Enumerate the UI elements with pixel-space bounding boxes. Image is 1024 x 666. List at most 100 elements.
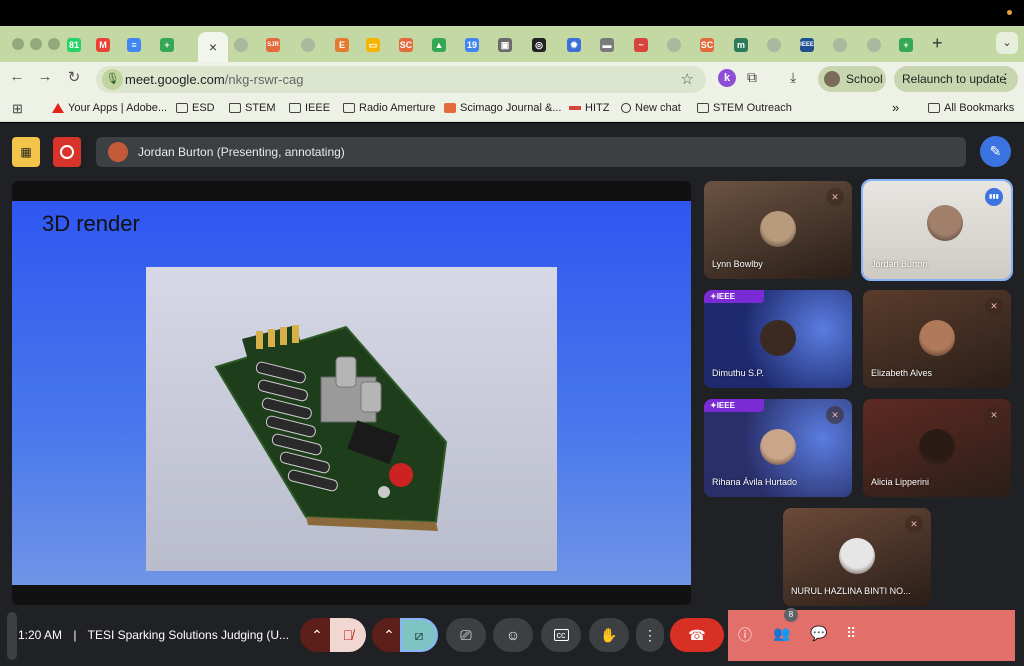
calendar-icon: 19 — [465, 38, 479, 52]
browser-toolbar: ← → ↻ 🎙 meet.google.com/nkg-rswr-cag ☆ k… — [0, 62, 1024, 96]
bookmark-label: STEM — [245, 102, 276, 114]
slides-icon: ▭ — [366, 38, 380, 52]
address-bar[interactable]: 🎙 meet.google.com/nkg-rswr-cag ☆ — [96, 66, 706, 93]
camera-toggle-button[interactable]: ⧄ — [400, 618, 438, 652]
folder-icon — [928, 103, 940, 113]
microphone-icon[interactable]: 🎙 — [102, 69, 123, 90]
more-vert-icon[interactable]: ⋮ — [999, 66, 1012, 92]
relaunch-button[interactable]: Relaunch to update ⋮ — [894, 66, 1018, 92]
bookmark-item[interactable]: STEM — [229, 102, 276, 114]
extensions-puzzle-icon[interactable]: ⧉ — [747, 69, 757, 86]
participant-tile[interactable]: ✕ NURUL HAZLINA BINTI NO... — [783, 508, 931, 606]
tab-ieee-icon[interactable]: IEEE — [790, 34, 824, 56]
raise-hand-button[interactable]: ✋ — [589, 618, 629, 652]
extension-k-icon[interactable]: k — [718, 69, 736, 87]
participant-tile[interactable]: ✕ Elizabeth Alves — [863, 290, 1011, 388]
bookmark-star-icon[interactable]: ☆ — [681, 70, 694, 88]
new-tab-button[interactable]: + — [932, 33, 943, 54]
bookmark-label: Radio Amerture — [359, 102, 436, 114]
microphone-toggle-button[interactable]: 🎙̸ — [330, 618, 366, 652]
google-sheets-icon: + — [899, 38, 913, 52]
more-options-button[interactable]: ⋮ — [636, 618, 664, 652]
tab-gear-icon[interactable]: ✹ — [557, 34, 591, 56]
bookmark-label: Scimago Journal &... — [460, 102, 562, 114]
tab-sc-icon[interactable]: SC — [389, 34, 423, 56]
participant-tile[interactable]: ✦IEEE ✕ Rihana Ávila Hurtado — [704, 399, 852, 497]
window-close-button[interactable] — [12, 38, 24, 50]
tab-openai-icon[interactable]: ◎ — [522, 34, 556, 56]
generic-page-icon — [301, 38, 315, 52]
leave-call-button[interactable]: ☎ — [670, 618, 724, 652]
tab-google-sheets-icon[interactable]: + — [889, 34, 923, 56]
tab-slides-icon[interactable]: ▭ — [356, 34, 390, 56]
bookmarks-overflow-icon[interactable]: » — [892, 100, 899, 115]
emoji-icon: ☺ — [505, 627, 521, 643]
bookmark-item[interactable]: IEEE — [289, 102, 330, 114]
participant-tile[interactable]: ✕ Lynn Bowlby — [704, 181, 852, 279]
captions-button[interactable]: cc — [541, 618, 581, 652]
record-button[interactable] — [53, 137, 81, 167]
menu-bar — [0, 0, 1024, 26]
tab-generic-page-icon[interactable] — [291, 34, 325, 56]
tab-generic-page-icon[interactable] — [657, 34, 691, 56]
bookmark-item[interactable]: HITZ — [569, 102, 609, 114]
tab-generic-page-icon[interactable] — [757, 34, 791, 56]
tab-sjr-icon[interactable]: SJR — [256, 34, 290, 56]
chat-icon[interactable]: 💬 — [810, 625, 827, 642]
participant-name: Lynn Bowlby — [712, 259, 763, 269]
tab-photo-icon[interactable]: ▣ — [488, 34, 522, 56]
mic-off-icon: ✕ — [905, 515, 923, 533]
participant-video — [760, 429, 796, 465]
side-panel-handle[interactable] — [7, 612, 17, 660]
download-icon[interactable]: ⤓ — [790, 69, 796, 86]
generic-page-icon — [667, 38, 681, 52]
participant-tile[interactable]: ✕ Alicia Lipperini — [863, 399, 1011, 497]
close-icon[interactable]: × — [209, 39, 217, 55]
forward-arrow-icon[interactable]: → — [34, 68, 56, 85]
generic-page-icon — [833, 38, 847, 52]
all-bookmarks-button[interactable]: All Bookmarks — [928, 102, 1014, 114]
tab-generic-page-icon[interactable] — [224, 34, 258, 56]
tab-hitz-icon[interactable]: ~ — [624, 34, 658, 56]
tab-calendar-icon[interactable]: 19 — [455, 34, 489, 56]
present-screen-button[interactable]: ⎚ — [446, 618, 486, 652]
participant-video — [760, 320, 796, 356]
participant-tile[interactable]: ✦IEEE Dimuthu S.P. — [704, 290, 852, 388]
annotate-pen-icon[interactable]: ✎ — [980, 136, 1011, 167]
tab-generic-page-icon[interactable] — [857, 34, 891, 56]
bookmark-item[interactable]: New chat — [621, 102, 681, 114]
window-minimize-button[interactable] — [30, 38, 42, 50]
tab-generic-page-icon[interactable] — [823, 34, 857, 56]
folder-icon — [229, 103, 241, 113]
tab-drive-icon[interactable]: ▲ — [422, 34, 456, 56]
tab-active-meet[interactable]: × — [198, 32, 228, 62]
stop-presenting-button[interactable]: ▦ — [12, 137, 40, 167]
bookmark-item[interactable]: Radio Amerture — [343, 102, 435, 114]
apps-grid-icon[interactable]: ⊞ — [12, 101, 23, 117]
tab-gmail-icon[interactable]: M — [86, 34, 120, 56]
tab-google-docs-icon[interactable]: ≡ — [117, 34, 151, 56]
tab-search-button[interactable]: ⌄ — [996, 32, 1018, 54]
bookmark-item[interactable]: ESD — [176, 102, 215, 114]
activities-grid-icon[interactable]: ⠿ — [846, 625, 856, 642]
tab-m-icon[interactable]: m — [724, 34, 758, 56]
url-text[interactable]: meet.google.com/nkg-rswr-cag — [125, 72, 303, 87]
bookmark-item[interactable]: STEM Outreach — [697, 102, 792, 114]
meeting-time: 1:20 AM — [18, 628, 63, 642]
reactions-button[interactable]: ☺ — [493, 618, 533, 652]
sjr-icon — [444, 103, 456, 113]
participant-tile[interactable]: ▮▮▮ Jordan Burton — [861, 179, 1013, 281]
profile-button[interactable]: School — [818, 66, 886, 92]
tab-sc-icon[interactable]: SC — [690, 34, 724, 56]
tab-image-icon[interactable]: ▬ — [590, 34, 624, 56]
back-arrow-icon[interactable]: ← — [6, 68, 28, 85]
bookmark-item[interactable]: Scimago Journal &... — [444, 102, 562, 114]
tab-google-sheets-icon[interactable]: + — [150, 34, 184, 56]
audio-options-button[interactable]: ⌃ — [300, 618, 334, 652]
photo-icon: ▣ — [498, 38, 512, 52]
reload-icon[interactable]: ↻ — [63, 68, 85, 86]
tab-e-icon[interactable]: E — [325, 34, 359, 56]
bookmark-item[interactable]: Your Apps | Adobe... — [52, 102, 167, 114]
people-icon[interactable]: 👥 — [773, 625, 790, 642]
info-icon[interactable]: ⓘ — [738, 625, 752, 645]
